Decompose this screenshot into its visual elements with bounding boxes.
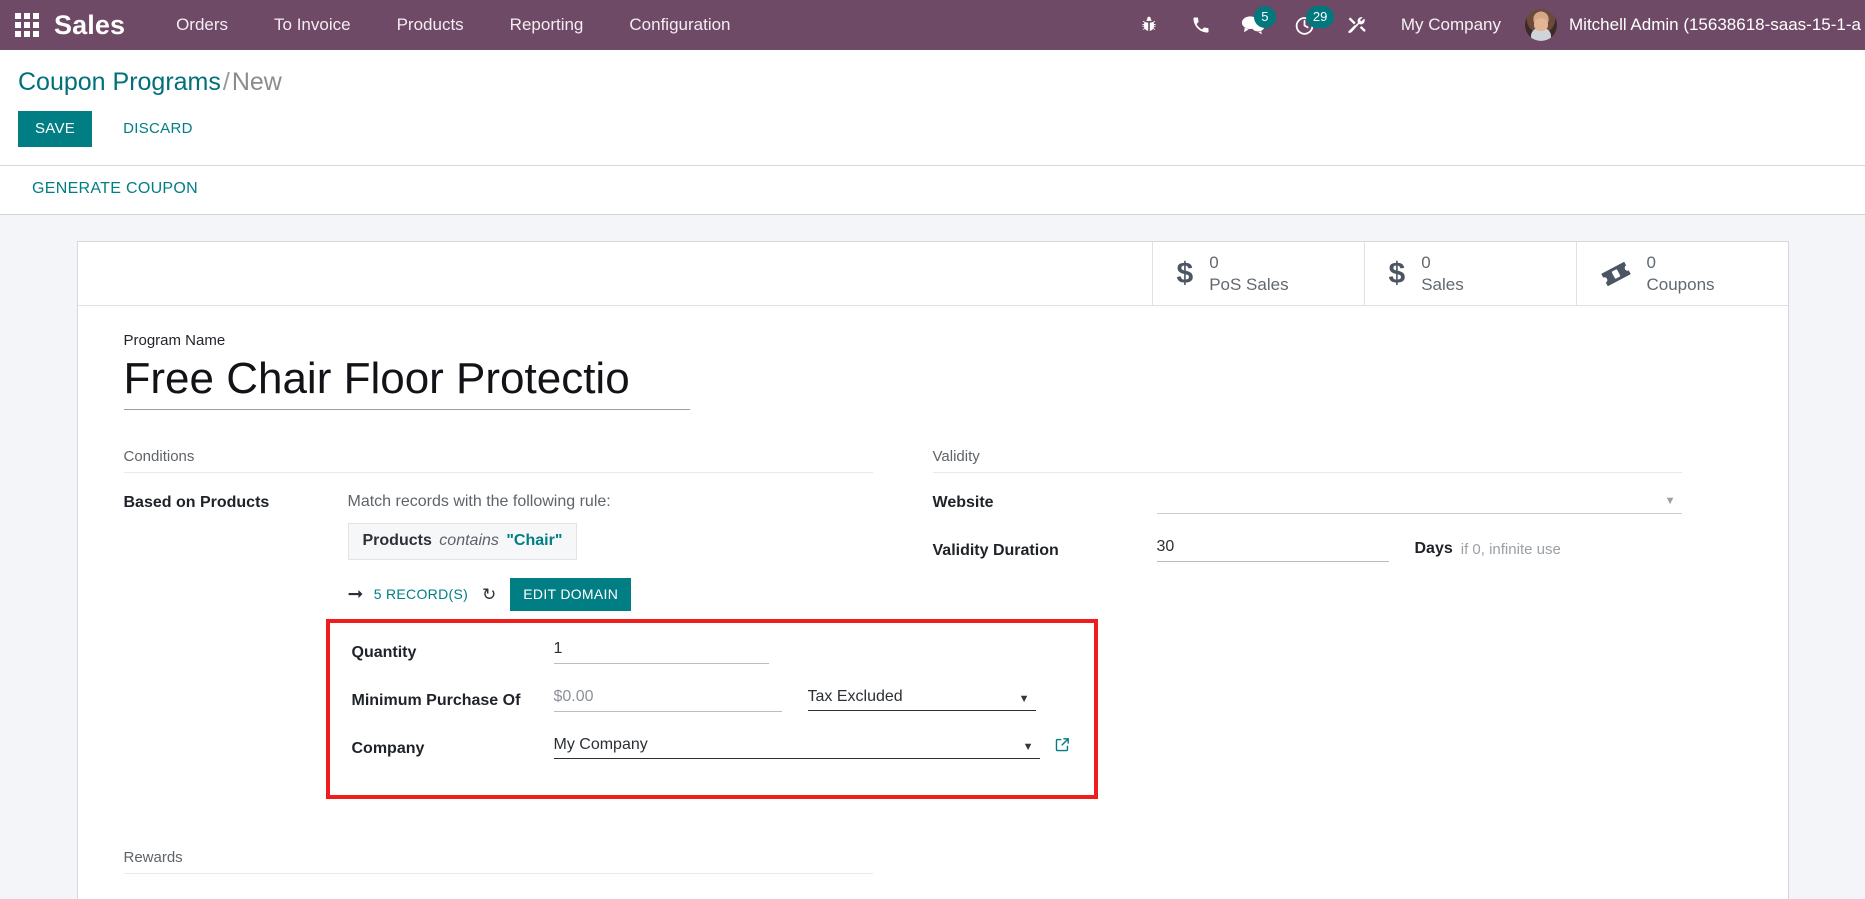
field-row-website: Website ▼ <box>932 486 1682 525</box>
company-select[interactable]: My Company <box>553 732 1040 759</box>
main-menu: Orders To Invoice Products Reporting Con… <box>153 0 753 50</box>
days-suffix-label: Days <box>1414 539 1453 557</box>
company-label: Company <box>351 739 425 757</box>
menu-item-orders[interactable]: Orders <box>153 0 251 50</box>
validity-title: Validity <box>932 448 1682 473</box>
form-background: $ 0 PoS Sales $ 0 Sales 0 Coupons Progra… <box>0 215 1865 899</box>
stat-label-sales: Sales <box>1421 274 1464 294</box>
domain-value: "Chair" <box>506 531 563 549</box>
activities-clock-icon[interactable]: 29 <box>1279 0 1335 50</box>
rewards-title: Rewards <box>123 849 873 874</box>
quantity-label: Quantity <box>351 643 417 661</box>
stat-button-bar: $ 0 PoS Sales $ 0 Sales 0 Coupons <box>77 242 1788 306</box>
messages-badge: 5 <box>1253 6 1276 28</box>
form-body: Program Name Conditions Based on Product… <box>78 306 1788 899</box>
menu-item-configuration[interactable]: Configuration <box>606 0 753 50</box>
user-name-label: Mitchell Admin (15638618-saas-15-1-a <box>1569 15 1861 34</box>
domain-rule-node[interactable]: Products contains "Chair" <box>347 522 578 560</box>
object-button-bar: GENERATE COUPON <box>0 166 1865 215</box>
breadcrumb-parent[interactable]: Coupon Programs <box>18 68 221 96</box>
tax-mode-select[interactable]: Tax Excluded Tax Included <box>807 684 1036 711</box>
conditions-group: Conditions Based on Products Match recor… <box>123 448 1098 809</box>
stat-value-sales: 0 <box>1421 253 1431 273</box>
based-on-products-label: Based on Products <box>123 493 270 511</box>
form-sheet: $ 0 PoS Sales $ 0 Sales 0 Coupons Progra… <box>76 241 1789 899</box>
avatar <box>1525 9 1557 41</box>
breadcrumb-current: New <box>231 68 282 96</box>
website-label: Website <box>932 493 994 511</box>
validity-duration-label: Validity Duration <box>932 541 1059 559</box>
program-name-label: Program Name <box>123 332 226 349</box>
dollar-icon: $ <box>1388 256 1406 290</box>
domain-field: Products <box>362 531 432 549</box>
rewards-group: Rewards <box>123 849 1742 874</box>
breadcrumb: Coupon Programs/New <box>18 50 1865 97</box>
stat-button-sales[interactable]: $ 0 Sales <box>1363 242 1576 305</box>
generate-coupon-button[interactable]: GENERATE COUPON <box>32 180 198 198</box>
messages-icon[interactable]: 5 <box>1227 0 1279 50</box>
menu-item-to-invoice[interactable]: To Invoice <box>251 0 374 50</box>
program-name-input[interactable] <box>123 353 690 410</box>
save-button[interactable]: SAVE <box>18 111 93 147</box>
minimum-purchase-label: Minimum Purchase Of <box>351 691 521 709</box>
stat-button-pos-sales[interactable]: $ 0 PoS Sales <box>1151 242 1364 305</box>
stat-button-coupons[interactable]: 0 Coupons <box>1575 242 1788 305</box>
edit-domain-button[interactable]: EDIT DOMAIN <box>510 577 632 611</box>
menu-item-reporting[interactable]: Reporting <box>487 0 607 50</box>
debug-tools-icon[interactable] <box>1331 0 1383 50</box>
website-input[interactable] <box>1156 486 1682 514</box>
program-name-group: Program Name <box>123 332 1742 410</box>
records-count-link[interactable]: ➞ 5 RECORD(S) <box>348 585 469 604</box>
apps-menu-button[interactable] <box>0 0 54 50</box>
validity-duration-input[interactable] <box>1156 534 1389 562</box>
field-row-validity-duration: Validity Duration Days if 0, infinite us… <box>932 534 1682 573</box>
validity-group: Validity Website ▼ Validity Duration 30 … <box>932 448 1742 809</box>
breadcrumb-separator: / <box>222 68 230 96</box>
form-groups: Conditions Based on Products Match recor… <box>123 448 1742 809</box>
app-brand-sales[interactable]: Sales <box>54 10 153 41</box>
ticket-icon <box>1600 261 1631 287</box>
arrow-right-icon: ➞ <box>347 583 364 605</box>
dollar-icon: $ <box>1176 256 1194 290</box>
quantity-input[interactable] <box>553 636 769 664</box>
apps-grid-icon <box>15 13 39 37</box>
discard-button[interactable]: DISCARD <box>106 111 210 147</box>
user-menu[interactable]: Mitchell Admin (15638618-saas-15-1-a <box>1521 9 1861 41</box>
minimum-purchase-input[interactable] <box>553 684 782 712</box>
records-count-label: 5 RECORD(S) <box>373 586 469 603</box>
refresh-icon[interactable]: ↻ <box>482 586 496 603</box>
top-navbar: Sales Orders To Invoice Products Reporti… <box>0 0 1865 50</box>
stat-label-pos-sales: PoS Sales <box>1209 274 1289 294</box>
phone-icon[interactable] <box>1175 0 1227 50</box>
record-actions: SAVE DISCARD <box>18 97 1865 165</box>
menu-item-products[interactable]: Products <box>374 0 487 50</box>
bug-icon[interactable] <box>1123 0 1175 50</box>
stat-value-pos-sales: 0 <box>1209 253 1219 273</box>
days-hint-text: if 0, infinite use <box>1460 540 1561 558</box>
control-panel: Coupon Programs/New SAVE DISCARD <box>0 50 1865 166</box>
stat-label-coupons: Coupons <box>1646 274 1715 294</box>
stat-value-coupons: 0 <box>1646 253 1656 273</box>
conditions-title: Conditions <box>123 448 873 473</box>
navbar-systray: 5 29 My Company Mitchell Admin (15638618… <box>1123 0 1865 50</box>
field-row-based-on-products: Based on Products Match records with the… <box>123 487 1098 799</box>
current-company[interactable]: My Company <box>1383 15 1521 35</box>
domain-operator: contains <box>439 531 499 549</box>
